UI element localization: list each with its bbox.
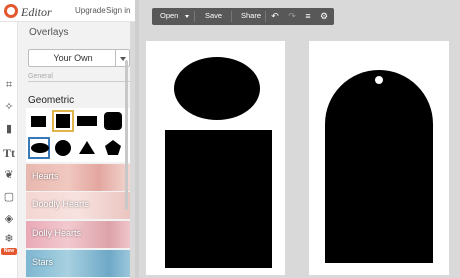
tool-rail: ⌗ ✧ ▮ Tt ❦ ▢ ◈ ❄ xyxy=(0,22,18,278)
textures-icon[interactable]: ◈ xyxy=(2,212,16,226)
shape-circle[interactable] xyxy=(52,137,74,159)
section-label: General xyxy=(28,73,53,80)
pentagon-icon xyxy=(105,140,121,155)
crop-tool-icon[interactable]: ⌗ xyxy=(2,78,16,92)
share-button[interactable]: Share xyxy=(241,11,261,20)
toolbar-divider xyxy=(231,11,232,22)
category-dolly-hearts[interactable]: Dolly Hearts xyxy=(26,221,130,248)
shape-square-selected[interactable] xyxy=(52,110,74,132)
page-left[interactable] xyxy=(146,41,285,275)
new-badge: New xyxy=(1,248,17,255)
upgrade-link[interactable]: Upgrade xyxy=(64,6,106,15)
shape-rounded-square[interactable] xyxy=(102,110,124,132)
overlays-panel: Overlays Your Own General Geometric Hear… xyxy=(18,22,130,278)
sign-in-link[interactable]: Sign in xyxy=(106,6,130,15)
overlays-butterfly-icon[interactable]: ❦ xyxy=(2,168,16,182)
category-label: Hearts xyxy=(32,171,59,181)
overlay-source-select[interactable]: Your Own xyxy=(28,49,130,67)
toolbar-divider xyxy=(265,11,266,22)
text-tool-icon[interactable]: Tt xyxy=(2,146,16,160)
category-label: Stars xyxy=(32,257,54,267)
shape-square[interactable] xyxy=(28,110,50,132)
overlay-source-label: Your Own xyxy=(53,53,93,63)
geometric-group-title[interactable]: Geometric xyxy=(28,95,74,106)
app-brand: Editor xyxy=(21,5,52,19)
canvas-area xyxy=(139,30,460,278)
category-hearts[interactable]: Hearts xyxy=(26,164,130,191)
undo-icon[interactable]: ↶ xyxy=(269,10,281,22)
settings-gear-icon[interactable]: ⚙ xyxy=(318,10,330,22)
layers-icon[interactable]: ≡ xyxy=(302,10,314,22)
shape-triangle[interactable] xyxy=(76,137,98,159)
oval-shape-layer[interactable] xyxy=(174,57,260,120)
panel-title: Overlays xyxy=(29,27,69,38)
open-menu-button[interactable]: Open xyxy=(160,11,178,20)
page-right[interactable] xyxy=(309,41,449,275)
shape-oval[interactable] xyxy=(28,137,50,159)
category-label: Doodly Hearts xyxy=(32,199,90,209)
redo-icon[interactable]: ↷ xyxy=(286,10,298,22)
frames-icon[interactable]: ▢ xyxy=(2,190,16,204)
shape-wide-rectangle[interactable] xyxy=(76,110,98,132)
rectangle-shape-layer[interactable] xyxy=(165,130,272,268)
panel-scrollbar[interactable] xyxy=(125,60,128,210)
category-stars[interactable]: Stars xyxy=(26,250,130,277)
toolbar-divider xyxy=(194,11,195,22)
app-logo xyxy=(4,4,18,18)
save-button[interactable]: Save xyxy=(205,11,222,20)
effects-wand-icon[interactable]: ✧ xyxy=(2,100,16,114)
shape-pentagon[interactable] xyxy=(102,137,124,159)
top-bar: Editor Upgrade Sign in xyxy=(0,0,135,22)
category-doodly-hearts[interactable]: Doodly Hearts xyxy=(26,192,130,219)
section-divider xyxy=(28,81,130,82)
tag-hole xyxy=(375,76,383,84)
seasonal-icon[interactable]: ❄ xyxy=(2,232,16,246)
tag-shape-layer[interactable] xyxy=(325,70,433,263)
touch-up-icon[interactable]: ▮ xyxy=(2,122,16,136)
editor-toolbar: Open Save Share ↶ ↷ ≡ ⚙ xyxy=(152,8,334,25)
caret-down-icon xyxy=(185,15,189,18)
category-label: Dolly Hearts xyxy=(32,228,82,238)
